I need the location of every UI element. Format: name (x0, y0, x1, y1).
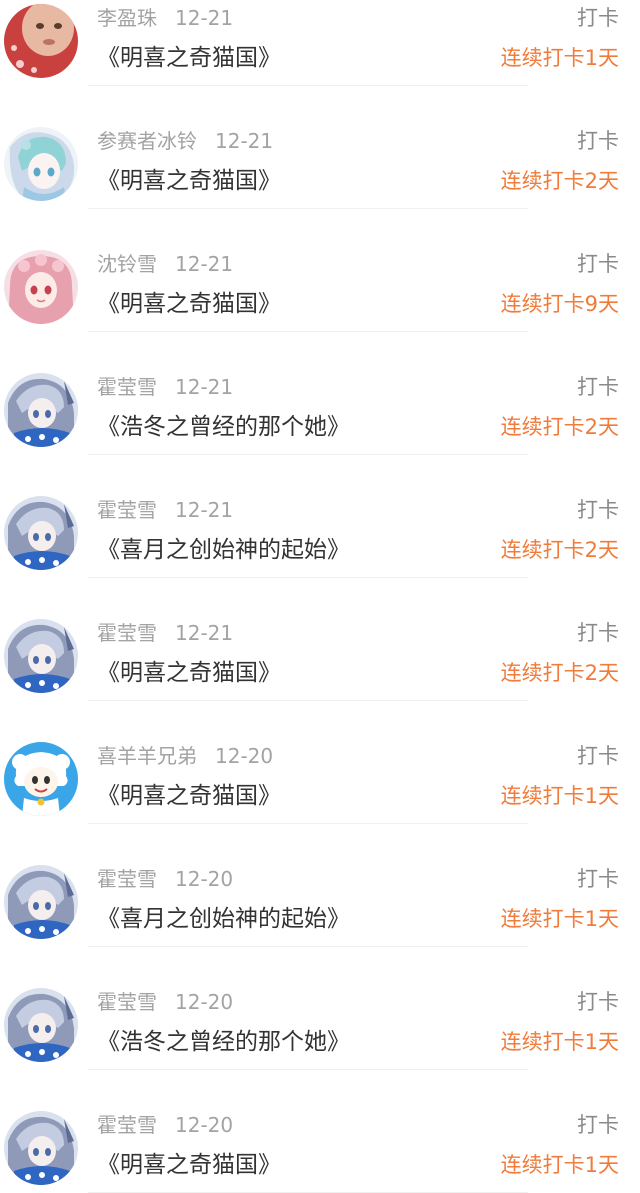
checkin-date: 12-21 (175, 252, 234, 276)
pleasant-goat-avatar (4, 742, 78, 816)
checkin-action-label: 打卡 (577, 498, 619, 522)
book-title[interactable]: 《明喜之奇猫国》 (97, 658, 281, 688)
streak-count: 连续打卡2天 (500, 169, 619, 193)
streak-count: 连续打卡1天 (500, 46, 619, 70)
checkin-meta: 霍莹雪 12-21 (97, 620, 233, 646)
checkin-row[interactable]: 李盈珠 12-21 打卡 《明喜之奇猫国》 连续打卡1天 (0, 0, 640, 86)
checkin-action-label: 打卡 (577, 129, 619, 153)
checkin-row[interactable]: 霍莹雪 12-21 打卡 《喜月之创始神的起始》 连续打卡2天 (0, 455, 640, 578)
username[interactable]: 喜羊羊兄弟 (97, 744, 197, 768)
anime-girl-pink-avatar (4, 250, 78, 324)
checkin-date: 12-20 (215, 744, 274, 768)
checkin-date: 12-20 (175, 990, 234, 1014)
checkin-meta: 霍莹雪 12-20 (97, 866, 233, 892)
user-avatar[interactable] (4, 865, 78, 939)
checkin-row[interactable]: 霍莹雪 12-20 打卡 《喜月之创始神的起始》 连续打卡1天 (0, 824, 640, 947)
checkin-date: 12-21 (175, 621, 234, 645)
anime-girl-blue-avatar (4, 373, 78, 447)
anime-girl-blue-avatar (4, 865, 78, 939)
anime-girl-teal-avatar (4, 127, 78, 201)
book-title[interactable]: 《明喜之奇猫国》 (97, 1150, 281, 1180)
streak-count: 连续打卡1天 (500, 1030, 619, 1054)
streak-count: 连续打卡2天 (500, 415, 619, 439)
checkin-date: 12-21 (175, 6, 234, 30)
book-title[interactable]: 《明喜之奇猫国》 (97, 781, 281, 811)
username[interactable]: 霍莹雪 (97, 375, 157, 399)
checkin-action-label: 打卡 (577, 990, 619, 1014)
checkin-row[interactable]: 霍莹雪 12-21 打卡 《明喜之奇猫国》 连续打卡2天 (0, 578, 640, 701)
user-avatar[interactable] (4, 127, 78, 201)
anime-girl-blue-avatar (4, 1111, 78, 1185)
checkin-action-label: 打卡 (577, 621, 619, 645)
checkin-action-label: 打卡 (577, 867, 619, 891)
username[interactable]: 霍莹雪 (97, 1113, 157, 1137)
user-avatar[interactable] (4, 373, 78, 447)
book-title[interactable]: 《浩冬之曾经的那个她》 (97, 412, 350, 442)
checkin-row[interactable]: 霍莹雪 12-20 打卡 《浩冬之曾经的那个她》 连续打卡1天 (0, 947, 640, 1070)
checkin-action-label: 打卡 (577, 6, 619, 30)
checkin-action-label: 打卡 (577, 252, 619, 276)
username[interactable]: 霍莹雪 (97, 621, 157, 645)
checkin-row[interactable]: 喜羊羊兄弟 12-20 打卡 《明喜之奇猫国》 连续打卡1天 (0, 701, 640, 824)
book-title[interactable]: 《喜月之创始神的起始》 (97, 904, 350, 934)
user-avatar[interactable] (4, 4, 78, 78)
user-avatar[interactable] (4, 742, 78, 816)
streak-count: 连续打卡1天 (500, 784, 619, 808)
checkin-meta: 霍莹雪 12-21 (97, 497, 233, 523)
anime-girl-blue-avatar (4, 619, 78, 693)
user-avatar[interactable] (4, 250, 78, 324)
checkin-date: 12-21 (215, 129, 274, 153)
user-avatar[interactable] (4, 619, 78, 693)
checkin-action-label: 打卡 (577, 375, 619, 399)
username[interactable]: 参赛者冰铃 (97, 129, 197, 153)
baby-photo-avatar (4, 4, 78, 78)
streak-count: 连续打卡9天 (500, 292, 619, 316)
checkin-meta: 参赛者冰铃 12-21 (97, 128, 273, 154)
username[interactable]: 沈铃雪 (97, 252, 157, 276)
username[interactable]: 霍莹雪 (97, 498, 157, 522)
checkin-row[interactable]: 参赛者冰铃 12-21 打卡 《明喜之奇猫国》 连续打卡2天 (0, 86, 640, 209)
book-title[interactable]: 《明喜之奇猫国》 (97, 166, 281, 196)
book-title[interactable]: 《喜月之创始神的起始》 (97, 535, 350, 565)
streak-count: 连续打卡2天 (500, 538, 619, 562)
checkin-meta: 喜羊羊兄弟 12-20 (97, 743, 273, 769)
checkin-action-label: 打卡 (577, 1113, 619, 1137)
user-avatar[interactable] (4, 988, 78, 1062)
book-title[interactable]: 《明喜之奇猫国》 (97, 43, 281, 73)
checkin-row[interactable]: 沈铃雪 12-21 打卡 《明喜之奇猫国》 连续打卡9天 (0, 209, 640, 332)
book-title[interactable]: 《浩冬之曾经的那个她》 (97, 1027, 350, 1057)
checkin-meta: 霍莹雪 12-21 (97, 374, 233, 400)
checkin-meta: 霍莹雪 12-20 (97, 1112, 233, 1138)
book-title[interactable]: 《明喜之奇猫国》 (97, 289, 281, 319)
checkin-meta: 沈铃雪 12-21 (97, 251, 233, 277)
anime-girl-blue-avatar (4, 988, 78, 1062)
checkin-date: 12-20 (175, 1113, 234, 1137)
user-avatar[interactable] (4, 496, 78, 570)
checkin-date: 12-20 (175, 867, 234, 891)
streak-count: 连续打卡1天 (500, 1153, 619, 1177)
user-avatar[interactable] (4, 1111, 78, 1185)
checkin-list: 李盈珠 12-21 打卡 《明喜之奇猫国》 连续打卡1天 参赛者冰铃 12-21 打… (0, 0, 640, 1193)
checkin-meta: 霍莹雪 12-20 (97, 989, 233, 1015)
streak-count: 连续打卡2天 (500, 661, 619, 685)
checkin-action-label: 打卡 (577, 744, 619, 768)
username[interactable]: 霍莹雪 (97, 867, 157, 891)
checkin-date: 12-21 (175, 375, 234, 399)
anime-girl-blue-avatar (4, 496, 78, 570)
username[interactable]: 霍莹雪 (97, 990, 157, 1014)
checkin-row[interactable]: 霍莹雪 12-21 打卡 《浩冬之曾经的那个她》 连续打卡2天 (0, 332, 640, 455)
checkin-date: 12-21 (175, 498, 234, 522)
checkin-meta: 李盈珠 12-21 (97, 5, 233, 31)
streak-count: 连续打卡1天 (500, 907, 619, 931)
username[interactable]: 李盈珠 (97, 6, 157, 30)
checkin-row[interactable]: 霍莹雪 12-20 打卡 《明喜之奇猫国》 连续打卡1天 (0, 1070, 640, 1193)
